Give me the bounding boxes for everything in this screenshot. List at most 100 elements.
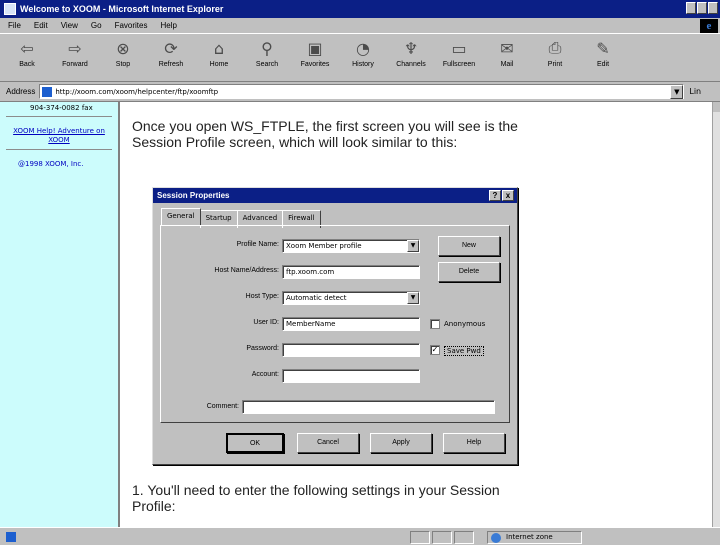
mail-button[interactable]: ✉ Mail (484, 34, 530, 69)
links-button[interactable]: Lin (689, 87, 701, 96)
menu-file[interactable]: File (8, 21, 21, 30)
session-properties-dialog: Session Properties ? x General Startup A… (152, 187, 518, 465)
forward-arrow-icon: ⇨ (68, 38, 82, 58)
new-button[interactable]: New (438, 236, 500, 256)
mail-icon: ✉ (500, 38, 514, 58)
profile-name-select[interactable]: Xoom Member profile ▼ (282, 239, 420, 253)
zone-label: Internet zone (506, 533, 553, 541)
print-button[interactable]: ⎙ Print (532, 34, 578, 68)
channels-icon: ♆ (403, 38, 419, 58)
stop-icon: ⊗ (116, 38, 130, 58)
dialog-help-button[interactable]: ? (489, 190, 501, 201)
dialog-title: Session Properties (157, 191, 230, 200)
cancel-button[interactable]: Cancel (297, 433, 359, 453)
window-title: Welcome to XOOM - Microsoft Internet Exp… (20, 4, 224, 14)
history-button[interactable]: ◔ History (340, 34, 386, 69)
account-label: Account: (251, 371, 279, 378)
user-id-label: User ID: (253, 319, 279, 326)
address-url: http://xoom.com/xoom/helpcenter/ftp/xoom… (55, 87, 219, 96)
minimize-button[interactable] (686, 2, 696, 14)
save-pwd-label: Save Pwd (444, 346, 484, 356)
left-nav-pane: 904-374-0082 fax XOOM Help! Adventure on… (0, 102, 118, 527)
delete-button[interactable]: Delete (438, 262, 500, 282)
intro-paragraph: Once you open WS_FTPLE, the first screen… (132, 118, 518, 150)
comment-label: Comment: (206, 403, 239, 410)
standard-toolbar: ⇦ Back ⇨ Forward ⊗ Stop ⟳ Refresh ⌂ Home ⚲ Sea… (0, 34, 720, 82)
history-icon: ◔ (356, 38, 370, 58)
anonymous-checkbox[interactable] (430, 319, 440, 329)
chevron-down-icon[interactable]: ▼ (407, 292, 419, 304)
fullscreen-icon: ▭ (451, 38, 467, 58)
status-cell (410, 531, 430, 544)
favorites-button[interactable]: ▣ Favorites (292, 34, 338, 69)
step-one-paragraph: 1. You'll need to enter the following se… (132, 482, 500, 514)
page-done-icon (6, 531, 16, 542)
window-controls (685, 2, 718, 14)
password-input[interactable] (282, 343, 420, 357)
help-link[interactable]: XOOM Help! Adventure on XOOM (0, 127, 118, 145)
fullscreen-button[interactable]: ▭ Fullscreen (436, 34, 482, 69)
divider (6, 149, 112, 150)
password-label: Password: (246, 345, 279, 352)
back-arrow-icon: ⇦ (20, 38, 34, 58)
account-input[interactable] (282, 369, 420, 383)
search-icon: ⚲ (261, 38, 273, 58)
address-input[interactable]: http://xoom.com/xoom/helpcenter/ftp/xoom… (39, 84, 685, 99)
profile-name-value: Xoom Member profile (286, 242, 362, 250)
address-bar: Address http://xoom.com/xoom/helpcenter/… (0, 82, 720, 102)
home-icon: ⌂ (213, 38, 225, 58)
frame-divider[interactable] (118, 102, 120, 527)
close-button[interactable] (708, 2, 718, 14)
host-type-label: Host Type: (245, 293, 279, 300)
menu-go[interactable]: Go (91, 21, 102, 30)
apply-button[interactable]: Apply (370, 433, 432, 453)
scroll-up-arrow[interactable] (713, 102, 720, 112)
host-type-select[interactable]: Automatic detect ▼ (282, 291, 420, 305)
anonymous-label: Anonymous (444, 320, 486, 328)
address-dropdown-button[interactable]: ▼ (670, 84, 684, 99)
fax-number: 904-374-0082 fax (30, 104, 93, 112)
status-cell (454, 531, 474, 544)
address-label: Address (6, 87, 36, 96)
ie-app-icon (4, 3, 16, 15)
menu-favorites[interactable]: Favorites (115, 21, 148, 30)
menu-help[interactable]: Help (160, 21, 176, 30)
comment-input[interactable] (242, 400, 495, 414)
divider (6, 116, 112, 117)
page-icon (42, 86, 53, 97)
channels-button[interactable]: ♆ Channels (388, 34, 434, 69)
home-button[interactable]: ⌂ Home (196, 34, 242, 69)
favorites-icon: ▣ (307, 38, 323, 58)
host-name-input[interactable]: ftp.xoom.com (282, 265, 420, 279)
status-cell (432, 531, 452, 544)
ok-button[interactable]: OK (226, 433, 284, 453)
save-pwd-checkbox[interactable]: ✓ (430, 345, 440, 355)
dialog-title-bar: Session Properties ? x (153, 188, 517, 203)
globe-icon (491, 533, 501, 543)
profile-name-label: Profile Name: (236, 241, 279, 248)
menu-view[interactable]: View (61, 21, 78, 30)
dialog-close-button[interactable]: x (502, 190, 514, 201)
stop-button[interactable]: ⊗ Stop (100, 34, 146, 69)
edit-button[interactable]: ✎ Edit (580, 34, 626, 69)
edit-icon: ✎ (596, 38, 610, 58)
forward-button[interactable]: ⇨ Forward (52, 34, 98, 69)
user-id-input[interactable]: MemberName (282, 317, 420, 331)
vertical-scrollbar[interactable] (712, 102, 720, 527)
copyright-link[interactable]: @1998 XOOM, Inc. (18, 160, 118, 168)
search-button[interactable]: ⚲ Search (244, 34, 290, 69)
window-title-bar: Welcome to XOOM - Microsoft Internet Exp… (0, 0, 720, 18)
menu-edit[interactable]: Edit (34, 21, 48, 30)
general-tab-panel: Profile Name: Xoom Member profile ▼ New … (160, 225, 510, 423)
maximize-button[interactable] (697, 2, 707, 14)
help-button[interactable]: Help (443, 433, 505, 453)
refresh-button[interactable]: ⟳ Refresh (148, 34, 194, 69)
host-name-label: Host Name/Address: (214, 267, 279, 274)
ie-throbber-logo: e (700, 19, 718, 33)
tab-general[interactable]: General (161, 208, 201, 226)
host-type-value: Automatic detect (286, 294, 347, 302)
menu-bar: File Edit View Go Favorites Help (0, 18, 720, 34)
chevron-down-icon[interactable]: ▼ (407, 240, 419, 252)
refresh-icon: ⟳ (164, 38, 178, 58)
back-button[interactable]: ⇦ Back (4, 34, 50, 69)
